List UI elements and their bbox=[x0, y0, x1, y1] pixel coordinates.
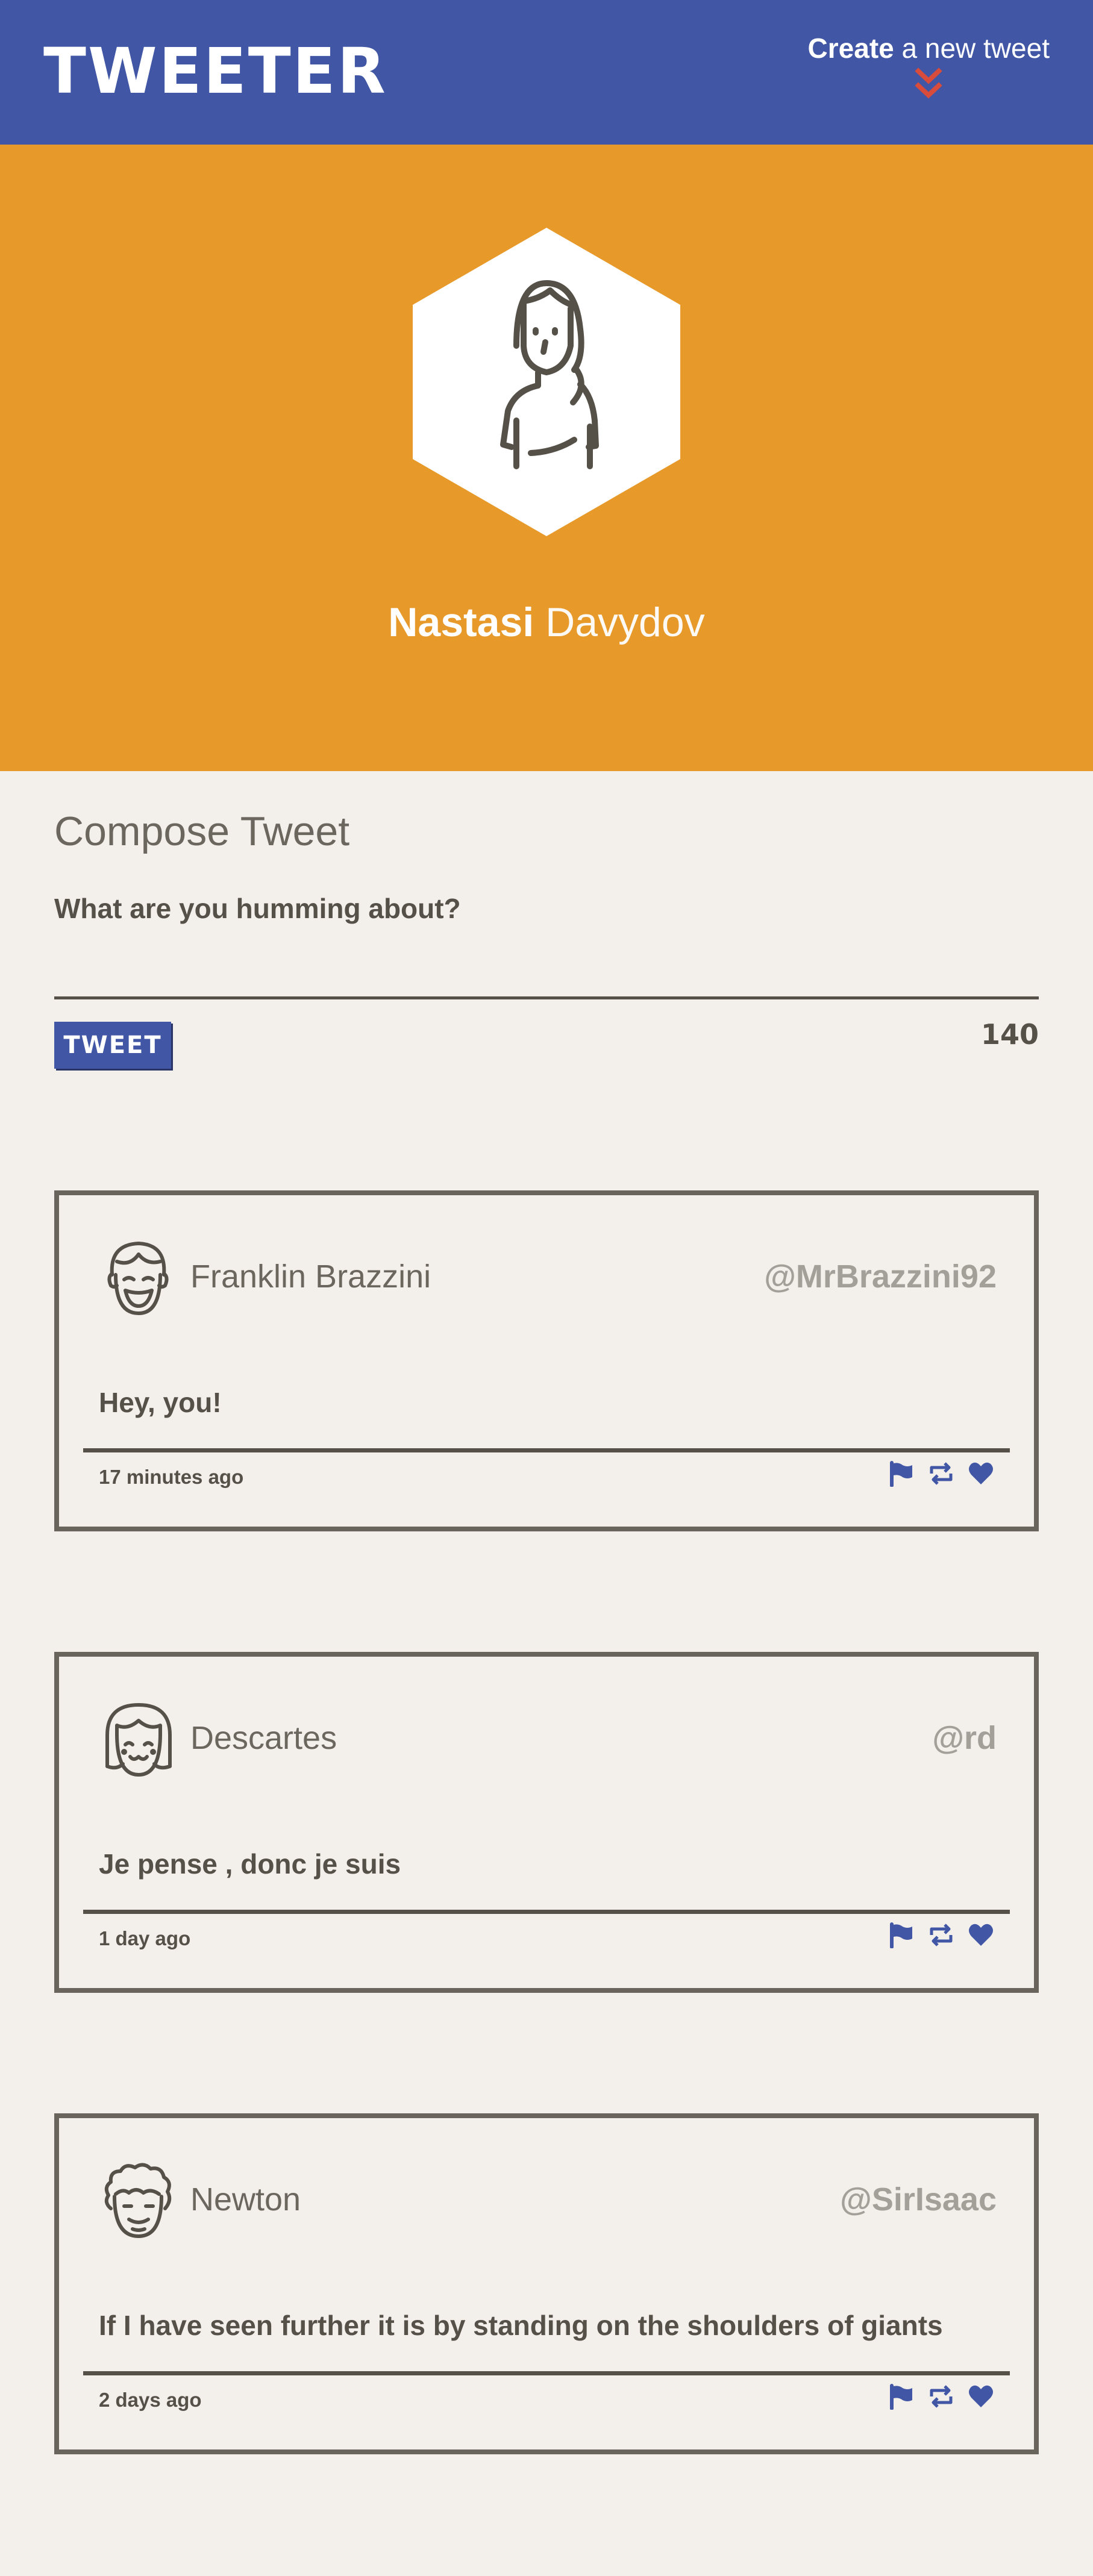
tweet-divider bbox=[83, 1910, 1010, 1914]
new-tweet-words: a new tweet bbox=[894, 33, 1050, 64]
tweet-timestamp: 2 days ago bbox=[99, 2389, 202, 2411]
flag-icon[interactable] bbox=[888, 1922, 915, 1949]
tweet-author-name[interactable]: Franklin Brazzini bbox=[190, 1255, 431, 1298]
retweet-icon[interactable] bbox=[928, 1460, 954, 1487]
heart-icon[interactable] bbox=[968, 1922, 994, 1948]
tweet-text: Hey, you! bbox=[99, 1387, 222, 1418]
boy-face-icon bbox=[107, 1242, 169, 1315]
create-tweet-label: Create a new tweet bbox=[808, 29, 1050, 67]
tweet-button[interactable]: TWEET bbox=[54, 1022, 171, 1069]
heart-icon[interactable] bbox=[968, 1460, 994, 1487]
profile-name: Nastasi Davydov bbox=[0, 595, 1093, 649]
tweet-card: Descartes @rd Je pense , donc je suis 1 … bbox=[54, 1652, 1039, 1993]
flag-icon[interactable] bbox=[888, 2383, 915, 2410]
tweet-author-name[interactable]: Descartes bbox=[190, 1717, 337, 1759]
heart-icon[interactable] bbox=[968, 2383, 994, 2410]
tweet-card: Franklin Brazzini @MrBrazzini92 Hey, you… bbox=[54, 1190, 1039, 1531]
curly-hair-face-icon bbox=[104, 2163, 172, 2238]
profile-avatar bbox=[413, 228, 680, 536]
create-word: Create bbox=[807, 33, 894, 64]
tweet-card: Newton @SirIsaac If I have seen further … bbox=[54, 2113, 1039, 2454]
top-nav: TWEETER Create a new tweet bbox=[0, 0, 1093, 145]
retweet-icon[interactable] bbox=[928, 2383, 954, 2410]
compose-underline bbox=[54, 996, 1039, 999]
first-name: Nastasi bbox=[388, 599, 534, 645]
tweet-author-handle[interactable]: @MrBrazzini92 bbox=[764, 1255, 997, 1298]
retweet-icon[interactable] bbox=[928, 1922, 954, 1948]
tweet-textarea[interactable]: What are you humming about? bbox=[54, 890, 461, 927]
bob-hair-face-icon bbox=[105, 1703, 172, 1777]
tweet-text: Je pense , donc je suis bbox=[99, 1848, 401, 1880]
tweet-author-handle[interactable]: @rd bbox=[932, 1717, 997, 1759]
tweet-timestamp: 1 day ago bbox=[99, 1927, 191, 1949]
tweet-divider bbox=[83, 2371, 1010, 2375]
compose-title: Compose Tweet bbox=[54, 808, 350, 854]
tweet-text: If I have seen further it is by standing… bbox=[99, 2310, 943, 2341]
char-counter: 140 bbox=[980, 1018, 1039, 1051]
flag-icon[interactable] bbox=[888, 1460, 915, 1487]
tweet-actions bbox=[888, 1460, 994, 1490]
tweet-author-name[interactable]: Newton bbox=[190, 2178, 301, 2221]
tweet-divider bbox=[83, 1448, 1010, 1452]
tweet-author-handle[interactable]: @SirIsaac bbox=[840, 2178, 997, 2221]
tweet-actions bbox=[888, 2383, 994, 2413]
logo[interactable]: TWEETER bbox=[43, 35, 387, 107]
create-tweet-link[interactable]: Create a new tweet bbox=[808, 29, 1050, 104]
profile-header: Nastasi Davydov bbox=[0, 145, 1093, 771]
tweet-actions bbox=[888, 1922, 994, 1952]
last-name: Davydov bbox=[545, 599, 705, 645]
tweet-timestamp: 17 minutes ago bbox=[99, 1466, 244, 1488]
double-chevron-down-icon[interactable] bbox=[915, 67, 942, 104]
